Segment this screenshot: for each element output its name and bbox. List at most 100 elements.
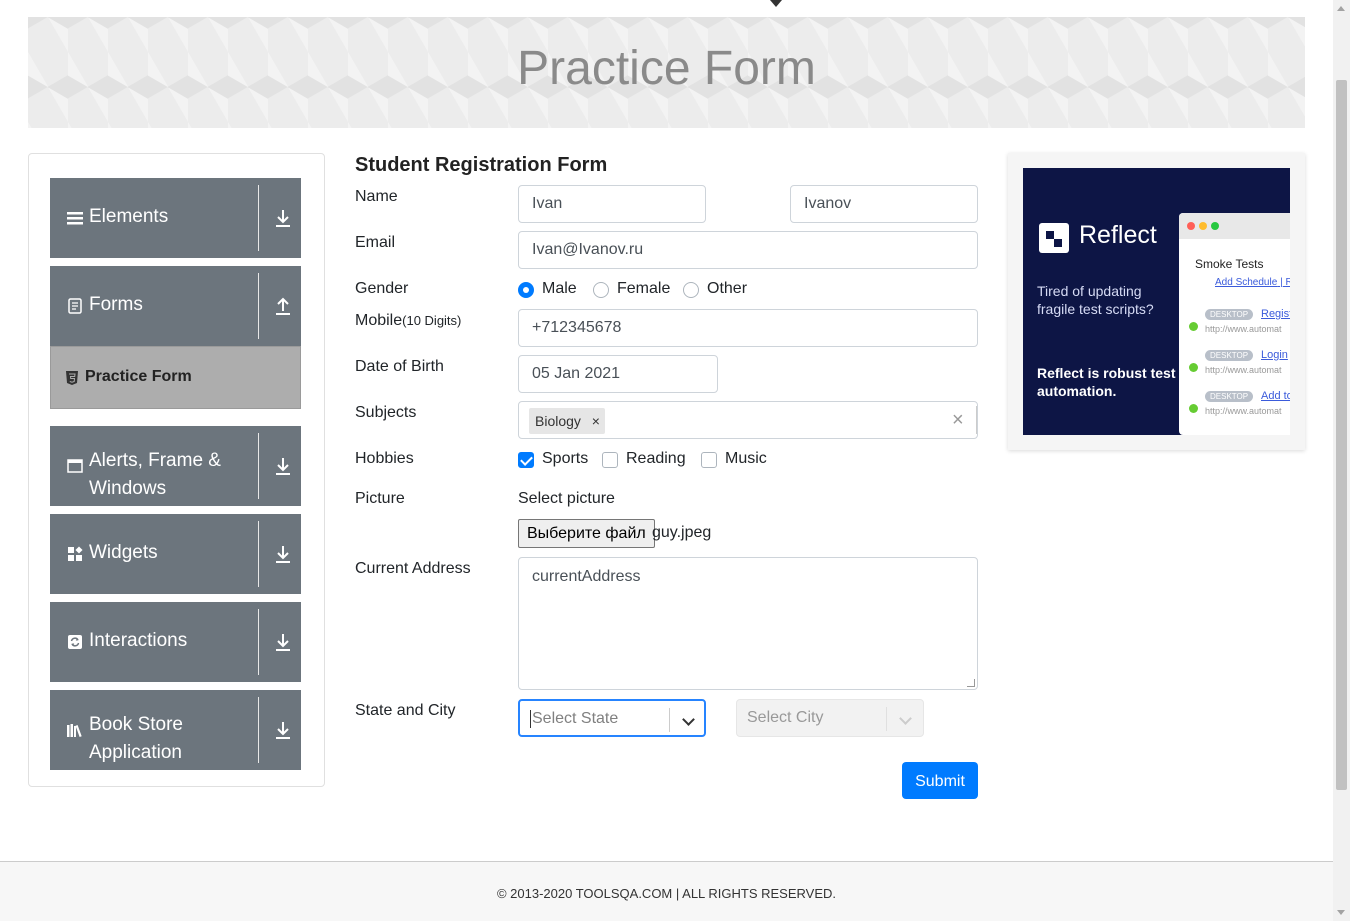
text-cursor xyxy=(530,709,531,728)
checkbox[interactable] xyxy=(701,452,717,468)
ad-window-title: Smoke Tests xyxy=(1195,257,1264,271)
chip-remove-icon[interactable]: × xyxy=(592,408,600,434)
ad-pitch: Reflect is robust test automation. xyxy=(1037,365,1176,399)
download-arrow-icon xyxy=(276,458,290,475)
sidebar-group-label: Alerts, Frame & Windows xyxy=(89,450,221,499)
download-arrow-icon xyxy=(276,210,290,227)
ad-window-link-sep: | xyxy=(1280,277,1283,288)
state-placeholder: Select State xyxy=(532,710,619,727)
subjects-label: Subjects xyxy=(355,404,417,421)
refresh-icon xyxy=(68,635,82,649)
divider xyxy=(669,708,670,732)
chevron-down-icon[interactable] xyxy=(899,712,912,725)
gender-option-label: Female xyxy=(617,280,671,297)
file-name: guy.jpeg xyxy=(652,524,712,541)
checkbox[interactable] xyxy=(602,452,618,468)
date-of-birth-input[interactable]: 05 Jan 2021 xyxy=(518,355,718,393)
status-dot-icon xyxy=(1189,322,1198,331)
books-icon xyxy=(67,724,82,738)
last-name-input[interactable]: Ivanov xyxy=(790,185,978,223)
html5-icon xyxy=(66,371,78,385)
hobby-option-label: Sports xyxy=(542,450,589,467)
sidebar-group-widgets[interactable]: Widgets xyxy=(50,514,301,594)
scroll-up-icon[interactable] xyxy=(1337,6,1345,11)
subjects-input[interactable]: Biology × × xyxy=(518,401,978,439)
checkbox-checked[interactable] xyxy=(518,452,534,468)
picture-prompt: Select picture xyxy=(518,490,615,507)
status-dot-icon xyxy=(1189,363,1198,372)
ad-row: DESKTOP Login http://www.automat xyxy=(1187,349,1290,388)
mobile-label-text: Mobile xyxy=(355,312,403,329)
hobby-option-label: Reading xyxy=(626,450,686,467)
ad-row-tag: DESKTOP xyxy=(1205,391,1254,402)
chevron-down-icon[interactable] xyxy=(682,713,695,726)
window-titlebar xyxy=(1179,213,1290,239)
city-select[interactable]: Select City xyxy=(736,699,924,737)
divider xyxy=(886,707,887,731)
city-placeholder: Select City xyxy=(747,709,824,726)
sidebar-group-elements[interactable]: Elements xyxy=(50,178,301,258)
divider xyxy=(258,697,259,763)
gender-option-label: Male xyxy=(542,280,577,297)
sidebar-group-label: Elements xyxy=(89,206,169,227)
state-city-label: State and City xyxy=(355,702,456,719)
radio-button[interactable] xyxy=(683,282,699,298)
ad-row-url: http://www.automat xyxy=(1205,324,1282,334)
mobile-input[interactable]: +712345678 xyxy=(518,309,978,347)
ad-row-tag: DESKTOP xyxy=(1205,309,1254,320)
window-icon xyxy=(67,459,83,473)
ad-window-link-schedule: Add Schedule xyxy=(1215,277,1278,288)
ad-row: DESKTOP Add to http://www.automat xyxy=(1187,390,1290,429)
ad-window-link: Add Schedule | Ru xyxy=(1215,277,1290,288)
subject-chip-label: Biology xyxy=(535,413,581,429)
sidebar-group-alerts[interactable]: Alerts, Frame & Windows xyxy=(50,426,301,506)
sidebar-item-practice-form[interactable]: Practice Form xyxy=(50,346,301,409)
divider xyxy=(258,273,259,339)
sidebar-group-book-store[interactable]: Book Store Application xyxy=(50,690,301,770)
sidebar-group-label: Book Store Application xyxy=(89,714,183,763)
radio-button-checked[interactable] xyxy=(518,282,534,298)
ad-app-window: Smoke Tests Add Schedule | Ru DESKTOP Re… xyxy=(1179,213,1290,435)
divider xyxy=(258,609,259,675)
page-notch xyxy=(770,0,782,7)
divider xyxy=(976,406,977,434)
ad-row-url: http://www.automat xyxy=(1205,406,1282,416)
choose-file-button[interactable]: Выберите файл xyxy=(518,519,655,548)
email-label: Email xyxy=(355,234,396,251)
vertical-scrollbar[interactable] xyxy=(1333,0,1350,921)
maximize-dot-icon xyxy=(1211,222,1219,230)
sidebar-group-label: Interactions xyxy=(89,630,188,651)
ad-banner[interactable]: Reflect Tired of updating fragile test s… xyxy=(1023,168,1290,435)
sidebar-group-label: Widgets xyxy=(89,542,158,563)
page-title: Practice Form xyxy=(517,42,816,95)
hamburger-icon xyxy=(67,212,83,225)
divider xyxy=(258,185,259,251)
sidebar-group-interactions[interactable]: Interactions xyxy=(50,602,301,682)
download-arrow-icon xyxy=(276,722,290,739)
upload-arrow-icon xyxy=(276,297,290,315)
subject-chip: Biology × xyxy=(529,408,605,434)
radio-button[interactable] xyxy=(593,282,609,298)
current-address-textarea[interactable]: currentAddress xyxy=(518,557,978,690)
ad-row-link: Registr xyxy=(1261,308,1290,320)
sidebar-item-label: Practice Form xyxy=(85,368,192,385)
current-address-value: currentAddress xyxy=(532,568,641,585)
name-label: Name xyxy=(355,188,398,205)
mobile-hint: (10 Digits) xyxy=(402,313,462,328)
gender-label: Gender xyxy=(355,280,409,297)
submit-button[interactable]: Submit xyxy=(902,762,978,799)
scroll-thumb[interactable] xyxy=(1336,80,1347,790)
ad-row-url: http://www.automat xyxy=(1205,365,1282,375)
widgets-icon xyxy=(68,546,83,561)
ad-row-tag: DESKTOP xyxy=(1205,350,1254,361)
email-input[interactable]: Ivan@Ivanov.ru xyxy=(518,231,978,269)
scroll-down-icon[interactable] xyxy=(1337,910,1345,915)
page-banner: Practice Form xyxy=(28,17,1305,128)
reflect-logo-icon xyxy=(1039,223,1069,253)
resize-handle[interactable] xyxy=(967,679,975,687)
sidebar-group-forms[interactable]: Forms xyxy=(50,266,301,346)
picture-label: Picture xyxy=(355,490,405,507)
first-name-input[interactable]: Ivan xyxy=(518,185,706,223)
state-select[interactable]: Select State xyxy=(518,699,706,737)
clear-icon[interactable]: × xyxy=(952,409,964,432)
